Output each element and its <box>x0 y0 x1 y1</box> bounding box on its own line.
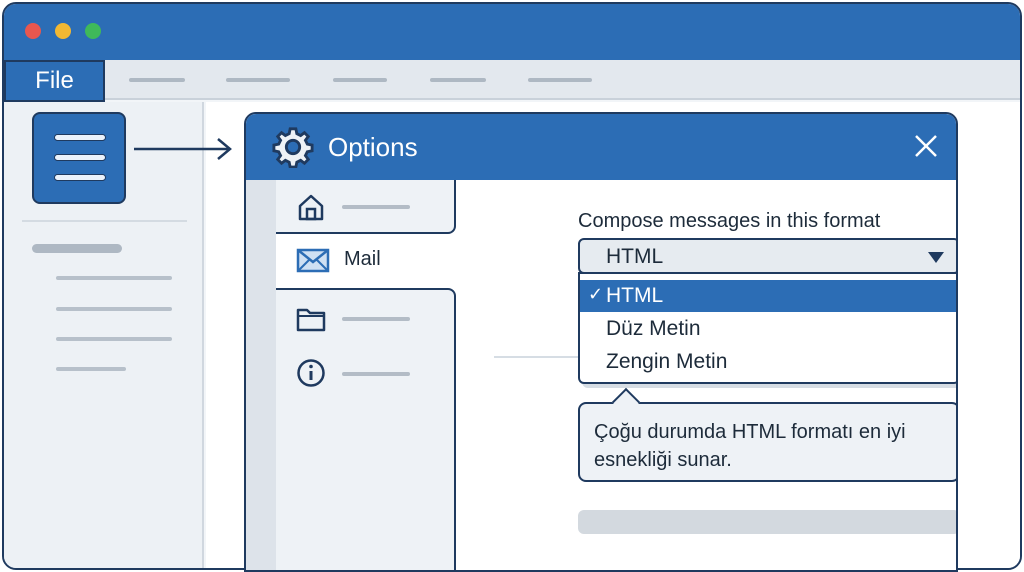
menu-item-placeholder[interactable] <box>430 78 486 82</box>
backstage-item-placeholder[interactable] <box>56 367 126 371</box>
backstage-pane <box>4 102 204 568</box>
tip-text: Çoğu durumda HTML formatı en iyi esnekli… <box>594 421 906 471</box>
format-option-rich-text[interactable]: Zengin Metin <box>580 346 956 378</box>
format-option-html[interactable]: ✓ HTML <box>580 280 956 312</box>
file-menu-tab[interactable]: File <box>4 60 105 102</box>
backstage-item-placeholder[interactable] <box>56 307 172 311</box>
title-bar <box>4 4 1020 60</box>
options-title-bar: Options <box>246 114 956 180</box>
selected-format-value: HTML <box>606 245 664 268</box>
maximize-window-dot[interactable] <box>85 23 101 39</box>
format-dropdown-list: ✓ HTML Düz Metin Zengin Metin <box>578 272 956 384</box>
nav-label-placeholder <box>342 372 410 376</box>
backstage-item-placeholder[interactable] <box>56 276 172 280</box>
format-option-plain-text[interactable]: Düz Metin <box>580 313 956 345</box>
document-lines-icon[interactable] <box>32 112 126 204</box>
format-option-label: Zengin Metin <box>606 350 728 373</box>
nav-lower-group <box>276 288 456 570</box>
nav-gutter <box>246 180 276 570</box>
format-option-label: Düz Metin <box>606 317 701 340</box>
dropdown-caret-icon[interactable] <box>928 252 944 263</box>
backstage-item-placeholder[interactable] <box>56 337 172 341</box>
callout-pointer <box>611 387 641 417</box>
divider <box>22 220 187 222</box>
menu-item-placeholder[interactable] <box>333 78 387 82</box>
nav-item-folder[interactable] <box>276 290 454 346</box>
nav-label-placeholder <box>342 205 410 209</box>
home-icon <box>298 194 324 221</box>
nav-item-mail[interactable]: Mail <box>276 234 456 286</box>
nav-item-home[interactable] <box>276 180 456 234</box>
compose-format-label: Compose messages in this format <box>578 210 881 232</box>
gear-icon <box>272 127 314 168</box>
nav-item-info[interactable] <box>276 346 454 402</box>
checkmark-icon: ✓ <box>588 284 604 304</box>
nav-label-placeholder <box>342 317 410 321</box>
menu-item-placeholder[interactable] <box>528 78 592 82</box>
content-placeholder-bar <box>578 510 956 534</box>
dialog-title: Options <box>328 132 418 162</box>
format-option-label: HTML <box>606 284 664 307</box>
close-window-dot[interactable] <box>25 23 41 39</box>
format-tip-callout: Çoğu durumda HTML formatı en iyi esnekli… <box>578 387 956 482</box>
close-icon[interactable] <box>914 134 938 158</box>
backstage-heading-placeholder <box>32 244 122 253</box>
folder-icon <box>296 308 326 332</box>
options-dialog: Options Mail Compose messages in this fo… <box>244 112 958 572</box>
compose-format-select[interactable]: HTML <box>578 238 956 274</box>
nav-label-mail: Mail <box>344 248 381 270</box>
menu-item-placeholder[interactable] <box>226 78 290 82</box>
menu-bar: File <box>4 60 1020 102</box>
info-icon <box>297 359 325 387</box>
mail-icon <box>296 248 330 273</box>
minimize-window-dot[interactable] <box>55 23 71 39</box>
menu-item-placeholder[interactable] <box>129 78 185 82</box>
